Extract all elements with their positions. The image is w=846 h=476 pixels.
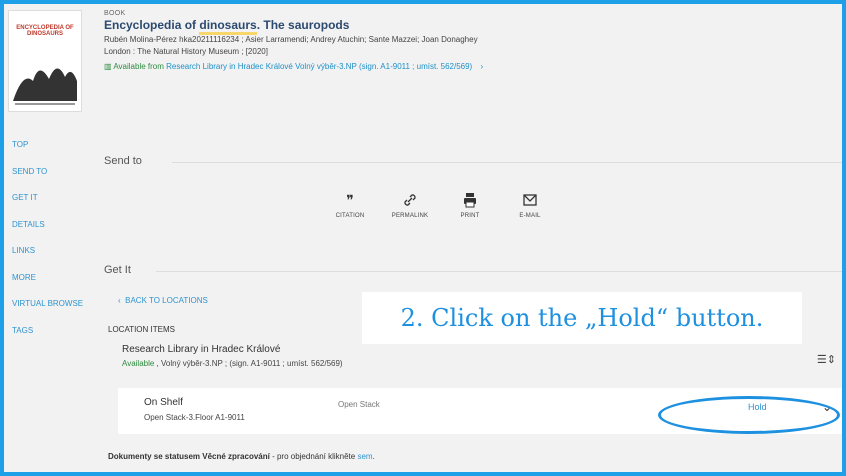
availability-prefix: Available from — [113, 62, 164, 71]
cover-title: ENCYCLOPEDIA OF DINOSAURS — [16, 25, 74, 37]
book-cover-image[interactable]: ENCYCLOPEDIA OF DINOSAURS — [8, 10, 82, 112]
availability-location: Research Library in Hradec Králové Volný… — [166, 62, 473, 71]
highlight-oval — [658, 396, 840, 434]
back-label: BACK TO LOCATIONS — [125, 296, 208, 305]
permalink-icon — [380, 192, 440, 208]
nav-item-tags[interactable]: TAGS — [12, 326, 108, 353]
availability-line[interactable]: ▥ Available from Research Library in Hra… — [104, 62, 824, 71]
book-record: BOOK Encyclopedia of dinosaurs. The saur… — [104, 10, 824, 71]
permalink-label: PERMALINK — [391, 213, 429, 219]
email-button[interactable]: E-MAIL — [500, 192, 560, 219]
divider — [172, 162, 842, 163]
library-availability: Available , Volný výběr-3.NP ; (sign. A1… — [122, 359, 343, 368]
chevron-left-icon: ‹ — [118, 296, 121, 305]
footnote-text: - pro objednání klikněte — [269, 452, 358, 461]
permalink-button[interactable]: PERMALINK — [380, 192, 440, 219]
nav-item-send-to[interactable]: SEND TO — [12, 167, 108, 194]
print-icon — [440, 192, 500, 208]
email-label: E-MAIL — [519, 213, 541, 219]
footnote-link[interactable]: sem — [357, 452, 372, 461]
divider — [156, 271, 842, 272]
title-part: Encyclopedia of — [104, 18, 200, 32]
chevron-right-icon: › — [480, 62, 484, 71]
citation-icon: ❞ — [346, 192, 354, 208]
library-detail: , Volný výběr-3.NP ; (sign. A1-9011 ; um… — [154, 359, 343, 368]
footnote-end: . — [372, 452, 375, 461]
nav-item-get-it[interactable]: GET IT — [12, 193, 108, 220]
nav-item-links[interactable]: LINKS — [12, 246, 108, 273]
availability-icon: ▥ — [104, 62, 112, 71]
location-items-label: LOCATION ITEMS — [108, 325, 175, 334]
print-label: PRINT — [460, 213, 480, 219]
book-title[interactable]: Encyclopedia of dinosaurs. The sauropods — [104, 18, 824, 35]
email-icon — [500, 192, 560, 208]
item-location: Open Stack-3.Floor A1-9011 — [144, 413, 245, 422]
record-type: BOOK — [104, 10, 126, 17]
send-to-heading: Send to — [104, 155, 142, 167]
nav-item-virtual-browse[interactable]: VIRTUAL BROWSE — [12, 299, 108, 326]
sort-filter-icon[interactable]: ☰⇕ — [817, 353, 836, 366]
page: ENCYCLOPEDIA OF DINOSAURS BOOK Encyclope… — [4, 4, 842, 472]
library-name: Research Library in Hradec Králové — [122, 344, 281, 355]
back-to-locations-link[interactable]: ‹ BACK TO LOCATIONS — [118, 296, 208, 305]
book-authors: Rubén Molina-Pérez hka20211116234 ; Asie… — [104, 35, 478, 44]
get-it-heading: Get It — [104, 264, 131, 276]
footnote-bold: Dokumenty se statusem Věcné zpracování — [108, 452, 270, 461]
title-highlight: dinosaurs — [199, 18, 257, 35]
item-policy: Open Stack — [338, 400, 380, 409]
footnote: Dokumenty se statusem Věcné zpracování -… — [108, 452, 375, 461]
book-publisher: London : The Natural History Museum ; [2… — [104, 47, 268, 56]
title-part: . The sauropods — [256, 18, 350, 32]
instruction-callout: 2. Click on the „Hold“ button. — [362, 292, 802, 344]
item-status: On Shelf — [144, 397, 183, 408]
nav-item-more[interactable]: MORE — [12, 273, 108, 300]
library-status: Available — [122, 359, 155, 368]
nav-item-details[interactable]: DETAILS — [12, 220, 108, 247]
nav-item-top[interactable]: TOP — [12, 140, 108, 167]
print-button[interactable]: PRINT — [440, 192, 500, 219]
record-side-nav: TOP SEND TO GET IT DETAILS LINKS MORE VI… — [12, 140, 108, 352]
citation-button[interactable]: ❞ CITATION — [320, 192, 380, 219]
citation-label: CITATION — [335, 213, 365, 219]
